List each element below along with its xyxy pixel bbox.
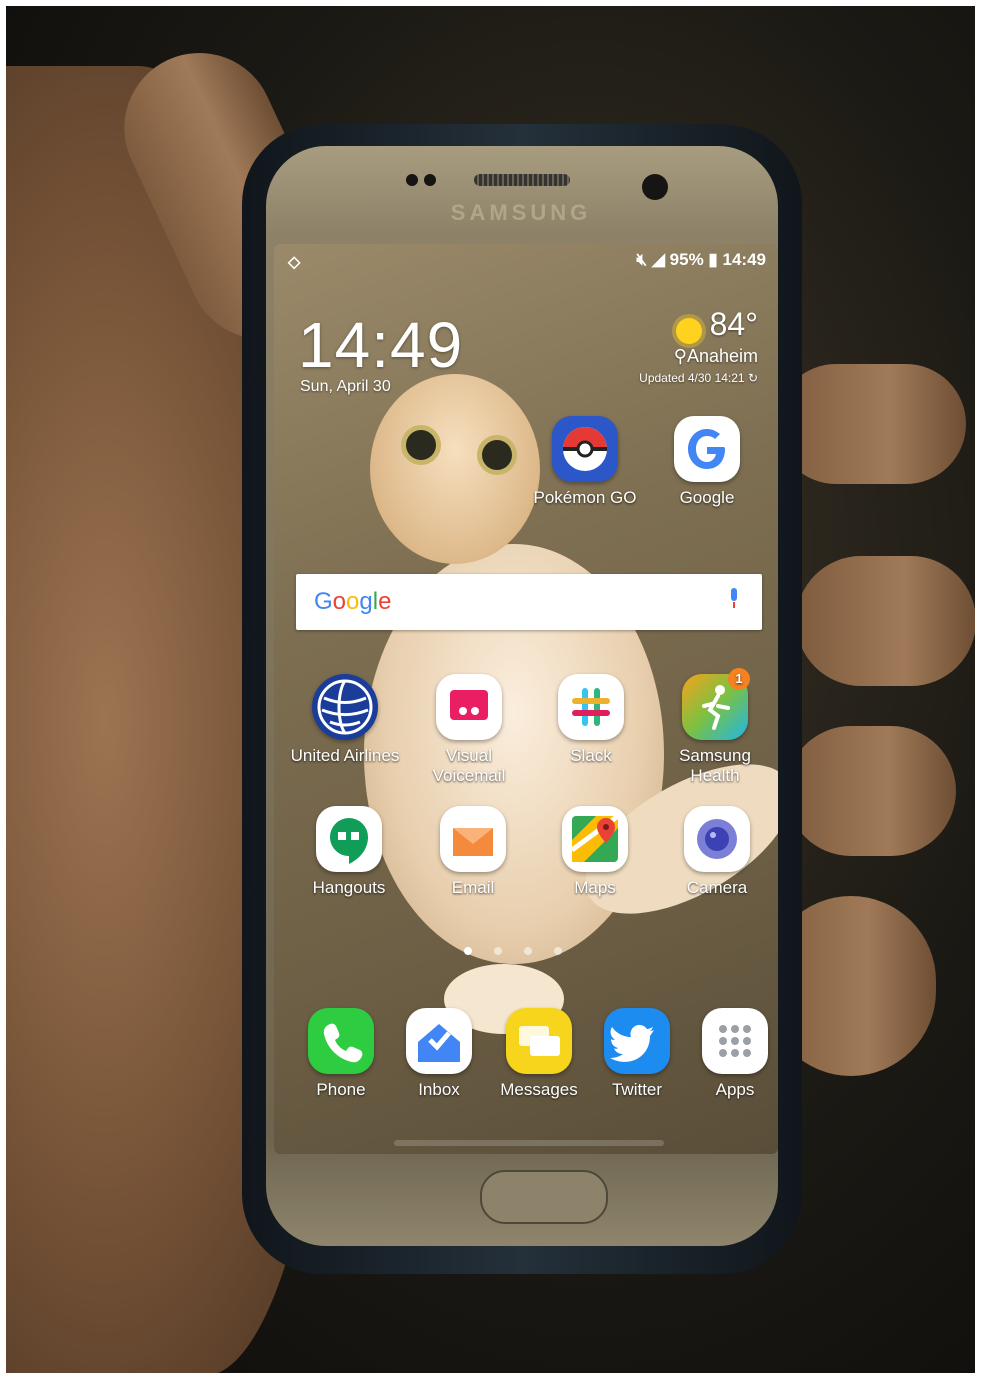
maps-pin-icon: [562, 806, 628, 872]
microphone-icon[interactable]: [728, 588, 740, 610]
weather-location-row: ⚲Anaheim: [558, 346, 758, 367]
hangouts-icon: [316, 806, 382, 872]
finger-2: [796, 556, 975, 686]
home-button[interactable]: [480, 1170, 608, 1224]
app-pokemon-go[interactable]: Pokémon GO: [530, 416, 640, 508]
page-dot: [494, 947, 502, 955]
app-label: Email: [451, 878, 495, 897]
front-camera: [642, 174, 668, 200]
google-logo: Google: [314, 588, 392, 615]
weather-location: Anaheim: [686, 345, 758, 366]
phone-handset-icon: [308, 1008, 374, 1074]
battery-percent: 95%: [669, 250, 704, 269]
health-runner-icon: 1: [682, 668, 750, 740]
weather-updated: Updated 4/30 14:21: [639, 370, 745, 385]
location-pin-icon: ⚲: [673, 345, 687, 366]
app-label: Google: [679, 488, 735, 507]
app-messages[interactable]: Messages: [484, 1008, 594, 1100]
photo-background: SAMSUNG ◇ 🔇︎ ◢ 95% ▮ 14:49 14:49 Sun, Ap…: [6, 6, 975, 1373]
app-label: United Airlines: [290, 746, 400, 765]
app-maps[interactable]: Maps: [540, 806, 650, 898]
sensor-dot-2: [424, 174, 436, 186]
earpiece-speaker: [474, 174, 570, 186]
app-camera[interactable]: Camera: [662, 806, 772, 898]
united-globe-icon: [312, 674, 378, 740]
finger-3: [786, 726, 956, 856]
voicemail-icon: [436, 674, 502, 740]
app-email[interactable]: Email: [418, 806, 528, 898]
sensor-dot-1: [406, 174, 418, 186]
google-search-bar[interactable]: Google: [296, 574, 762, 630]
status-right: 🔇︎ ◢ 95% ▮ 14:49: [636, 250, 766, 270]
refresh-icon[interactable]: ↻: [748, 371, 758, 385]
app-label: Hangouts: [312, 878, 386, 897]
app-phone[interactable]: Phone: [286, 1008, 396, 1100]
page-dot: [554, 947, 562, 955]
app-visual-voicemail[interactable]: Visual Voicemail: [414, 674, 524, 786]
app-inbox[interactable]: Inbox: [384, 1008, 494, 1100]
weather-widget[interactable]: 84° ⚲Anaheim Updated 4/30 14:21 ↻: [558, 306, 758, 385]
app-hangouts[interactable]: Hangouts: [294, 806, 404, 898]
messages-icon: [506, 1008, 572, 1074]
app-google[interactable]: Google: [652, 416, 762, 508]
battery-icon: ▮: [708, 250, 718, 269]
page-indicator[interactable]: [464, 942, 604, 956]
app-samsung-health[interactable]: 1 Samsung Health: [660, 668, 770, 786]
app-twitter[interactable]: Twitter: [582, 1008, 692, 1100]
clock-widget-date: Sun, April 30: [300, 378, 391, 395]
brand-logo: SAMSUNG: [450, 200, 592, 225]
status-bar: ◇ 🔇︎ ◢ 95% ▮ 14:49: [274, 250, 778, 276]
slack-icon: [558, 674, 624, 740]
app-label: Samsung Health: [679, 746, 751, 785]
app-label: Twitter: [611, 1080, 663, 1099]
sun-icon: [675, 317, 702, 344]
app-label: Slack: [570, 746, 612, 765]
wifi-hotspot-icon: ◇: [288, 254, 301, 271]
google-g-icon: [674, 416, 740, 482]
twitter-bird-icon: [604, 1008, 670, 1074]
app-united-airlines[interactable]: United Airlines: [290, 674, 400, 766]
weather-temperature: 84°: [709, 306, 758, 342]
wallpaper-cat-head: [370, 374, 540, 564]
wallpaper-cat-eye-left: [406, 430, 436, 460]
email-envelope-icon: [440, 806, 506, 872]
app-drawer[interactable]: Apps: [680, 1008, 778, 1100]
app-label: Phone: [316, 1080, 366, 1099]
app-label: Messages: [500, 1080, 578, 1099]
mute-icon: 🔇︎: [636, 250, 648, 269]
app-label: Maps: [574, 878, 616, 897]
status-time: 14:49: [722, 250, 766, 269]
clock-widget-time[interactable]: 14:49: [298, 308, 463, 382]
finger-1: [776, 364, 966, 484]
camera-lens-icon: [684, 806, 750, 872]
app-label: Visual Voicemail: [432, 746, 506, 785]
wallpaper-cat-eye-right: [482, 440, 512, 470]
app-label: Apps: [715, 1080, 755, 1099]
home-screen: ◇ 🔇︎ ◢ 95% ▮ 14:49 14:49 Sun, April 30 8…: [274, 244, 778, 1154]
inbox-icon: [406, 1008, 472, 1074]
app-grid-icon: [702, 1008, 768, 1074]
screen-bottom-edge: [394, 1140, 664, 1146]
notification-badge: 1: [728, 668, 750, 690]
page-dot: [524, 947, 532, 955]
app-label: Camera: [686, 878, 748, 897]
app-slack[interactable]: Slack: [536, 674, 646, 766]
weather-updated-row: Updated 4/30 14:21 ↻: [558, 371, 758, 385]
home-page-dot: [464, 947, 472, 955]
app-label: Pokémon GO: [533, 488, 637, 507]
app-label: Inbox: [418, 1080, 460, 1099]
signal-icon: ◢: [651, 250, 665, 269]
pokeball-icon: [552, 416, 618, 482]
